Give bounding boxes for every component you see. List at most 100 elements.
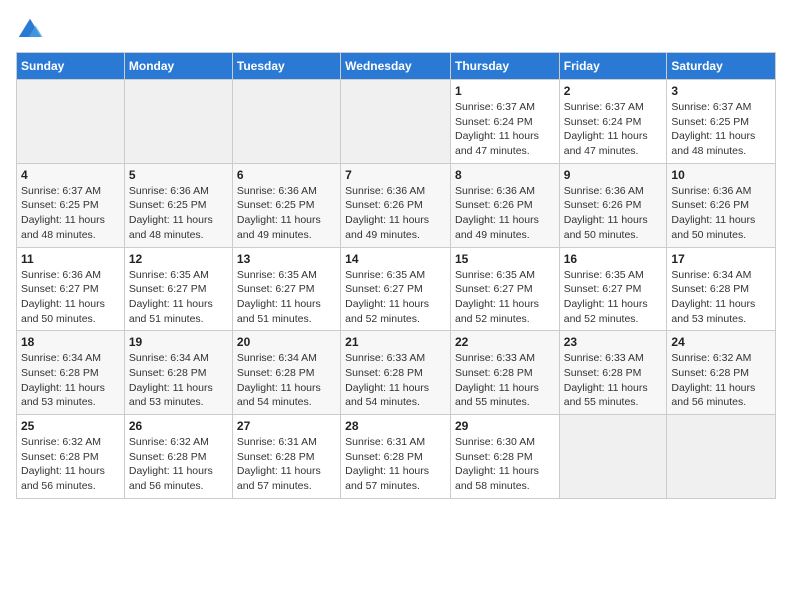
calendar-cell: 26 Sunrise: 6:32 AMSunset: 6:28 PMDayligh… xyxy=(124,415,232,499)
day-info: Sunrise: 6:34 AMSunset: 6:28 PMDaylight:… xyxy=(21,351,120,410)
day-number: 4 xyxy=(21,168,120,182)
calendar-cell: 14 Sunrise: 6:35 AMSunset: 6:27 PMDayligh… xyxy=(341,247,451,331)
day-info: Sunrise: 6:34 AMSunset: 6:28 PMDaylight:… xyxy=(671,268,771,327)
calendar-week-5: 25Sunrise: 6:32 AMSunset: 6:28 PMDayligh… xyxy=(17,415,776,499)
day-info: Sunrise: 6:36 AMSunset: 6:25 PMDaylight:… xyxy=(237,184,336,243)
calendar-cell: 19 Sunrise: 6:34 AMSunset: 6:28 PMDayligh… xyxy=(124,331,232,415)
day-number: 21 xyxy=(345,335,446,349)
day-info: Sunrise: 6:35 AMSunset: 6:27 PMDaylight:… xyxy=(345,268,446,327)
calendar-cell: 5Sunrise: 6:36 AMSunset: 6:25 PMDaylight… xyxy=(124,163,232,247)
calendar-cell: 13 Sunrise: 6:35 AMSunset: 6:27 PMDayligh… xyxy=(232,247,340,331)
calendar-cell: 7Sunrise: 6:36 AMSunset: 6:26 PMDaylight… xyxy=(341,163,451,247)
day-info: Sunrise: 6:36 AMSunset: 6:26 PMDaylight:… xyxy=(345,184,446,243)
calendar-cell: 24 Sunrise: 6:32 AMSunset: 6:28 PMDayligh… xyxy=(667,331,776,415)
day-number: 3 xyxy=(671,84,771,98)
calendar-cell: 12 Sunrise: 6:35 AMSunset: 6:27 PMDayligh… xyxy=(124,247,232,331)
day-number: 14 xyxy=(345,252,446,266)
day-number: 13 xyxy=(237,252,336,266)
day-number: 26 xyxy=(129,419,228,433)
day-number: 18 xyxy=(21,335,120,349)
calendar-cell: 15 Sunrise: 6:35 AMSunset: 6:27 PMDayligh… xyxy=(450,247,559,331)
calendar-cell: 11 Sunrise: 6:36 AMSunset: 6:27 PMDayligh… xyxy=(17,247,125,331)
day-info: Sunrise: 6:37 AMSunset: 6:25 PMDaylight:… xyxy=(21,184,120,243)
day-info: Sunrise: 6:35 AMSunset: 6:27 PMDaylight:… xyxy=(237,268,336,327)
day-number: 27 xyxy=(237,419,336,433)
day-info: Sunrise: 6:31 AMSunset: 6:28 PMDaylight:… xyxy=(237,435,336,494)
day-info: Sunrise: 6:36 AMSunset: 6:25 PMDaylight:… xyxy=(129,184,228,243)
calendar-cell: 22 Sunrise: 6:33 AMSunset: 6:28 PMDayligh… xyxy=(450,331,559,415)
day-info: Sunrise: 6:32 AMSunset: 6:28 PMDaylight:… xyxy=(21,435,120,494)
day-number: 9 xyxy=(564,168,663,182)
day-info: Sunrise: 6:35 AMSunset: 6:27 PMDaylight:… xyxy=(129,268,228,327)
day-number: 6 xyxy=(237,168,336,182)
day-info: Sunrise: 6:35 AMSunset: 6:27 PMDaylight:… xyxy=(564,268,663,327)
calendar-cell xyxy=(341,80,451,164)
calendar-cell: 6 Sunrise: 6:36 AMSunset: 6:25 PMDaylight… xyxy=(232,163,340,247)
weekday-header-thursday: Thursday xyxy=(450,53,559,80)
calendar-cell xyxy=(17,80,125,164)
day-info: Sunrise: 6:37 AMSunset: 6:25 PMDaylight:… xyxy=(671,100,771,159)
day-info: Sunrise: 6:33 AMSunset: 6:28 PMDaylight:… xyxy=(455,351,555,410)
calendar-week-2: 4 Sunrise: 6:37 AMSunset: 6:25 PMDaylight… xyxy=(17,163,776,247)
day-number: 15 xyxy=(455,252,555,266)
calendar-cell: 10 Sunrise: 6:36 AMSunset: 6:26 PMDayligh… xyxy=(667,163,776,247)
calendar-cell: 23 Sunrise: 6:33 AMSunset: 6:28 PMDayligh… xyxy=(559,331,667,415)
calendar-cell: 29Sunrise: 6:30 AMSunset: 6:28 PMDayligh… xyxy=(450,415,559,499)
day-number: 16 xyxy=(564,252,663,266)
weekday-header-wednesday: Wednesday xyxy=(341,53,451,80)
day-info: Sunrise: 6:34 AMSunset: 6:28 PMDaylight:… xyxy=(129,351,228,410)
calendar-cell: 21 Sunrise: 6:33 AMSunset: 6:28 PMDayligh… xyxy=(341,331,451,415)
day-info: Sunrise: 6:31 AMSunset: 6:28 PMDaylight:… xyxy=(345,435,446,494)
day-info: Sunrise: 6:33 AMSunset: 6:28 PMDaylight:… xyxy=(345,351,446,410)
calendar-cell: 3 Sunrise: 6:37 AMSunset: 6:25 PMDaylight… xyxy=(667,80,776,164)
day-number: 11 xyxy=(21,252,120,266)
calendar-cell: 20 Sunrise: 6:34 AMSunset: 6:28 PMDayligh… xyxy=(232,331,340,415)
day-number: 23 xyxy=(564,335,663,349)
day-info: Sunrise: 6:30 AMSunset: 6:28 PMDaylight:… xyxy=(455,435,555,494)
day-info: Sunrise: 6:33 AMSunset: 6:28 PMDaylight:… xyxy=(564,351,663,410)
day-info: Sunrise: 6:36 AMSunset: 6:26 PMDaylight:… xyxy=(564,184,663,243)
calendar-week-3: 11 Sunrise: 6:36 AMSunset: 6:27 PMDayligh… xyxy=(17,247,776,331)
day-number: 1 xyxy=(455,84,555,98)
day-number: 28 xyxy=(345,419,446,433)
calendar-week-4: 18 Sunrise: 6:34 AMSunset: 6:28 PMDayligh… xyxy=(17,331,776,415)
calendar-cell xyxy=(667,415,776,499)
calendar-table: SundayMondayTuesdayWednesdayThursdayFrid… xyxy=(16,52,776,499)
calendar-cell: 8 Sunrise: 6:36 AMSunset: 6:26 PMDaylight… xyxy=(450,163,559,247)
calendar-cell: 1 Sunrise: 6:37 AMSunset: 6:24 PMDaylight… xyxy=(450,80,559,164)
day-info: Sunrise: 6:37 AMSunset: 6:24 PMDaylight:… xyxy=(455,100,555,159)
calendar-cell: 18 Sunrise: 6:34 AMSunset: 6:28 PMDayligh… xyxy=(17,331,125,415)
logo xyxy=(16,16,48,44)
calendar-body: 1 Sunrise: 6:37 AMSunset: 6:24 PMDaylight… xyxy=(17,80,776,499)
day-info: Sunrise: 6:36 AMSunset: 6:27 PMDaylight:… xyxy=(21,268,120,327)
calendar-cell xyxy=(559,415,667,499)
day-info: Sunrise: 6:36 AMSunset: 6:26 PMDaylight:… xyxy=(455,184,555,243)
day-number: 19 xyxy=(129,335,228,349)
day-number: 12 xyxy=(129,252,228,266)
weekday-header-row: SundayMondayTuesdayWednesdayThursdayFrid… xyxy=(17,53,776,80)
calendar-cell: 4 Sunrise: 6:37 AMSunset: 6:25 PMDaylight… xyxy=(17,163,125,247)
day-info: Sunrise: 6:34 AMSunset: 6:28 PMDaylight:… xyxy=(237,351,336,410)
day-number: 24 xyxy=(671,335,771,349)
calendar-cell: 9 Sunrise: 6:36 AMSunset: 6:26 PMDaylight… xyxy=(559,163,667,247)
day-number: 22 xyxy=(455,335,555,349)
weekday-header-sunday: Sunday xyxy=(17,53,125,80)
day-number: 10 xyxy=(671,168,771,182)
calendar-cell: 16 Sunrise: 6:35 AMSunset: 6:27 PMDayligh… xyxy=(559,247,667,331)
day-info: Sunrise: 6:36 AMSunset: 6:26 PMDaylight:… xyxy=(671,184,771,243)
calendar-cell: 28 Sunrise: 6:31 AMSunset: 6:28 PMDayligh… xyxy=(341,415,451,499)
day-info: Sunrise: 6:35 AMSunset: 6:27 PMDaylight:… xyxy=(455,268,555,327)
calendar-week-1: 1 Sunrise: 6:37 AMSunset: 6:24 PMDaylight… xyxy=(17,80,776,164)
day-number: 2 xyxy=(564,84,663,98)
weekday-header-tuesday: Tuesday xyxy=(232,53,340,80)
calendar-cell xyxy=(232,80,340,164)
day-number: 17 xyxy=(671,252,771,266)
day-number: 8 xyxy=(455,168,555,182)
weekday-header-saturday: Saturday xyxy=(667,53,776,80)
weekday-header-monday: Monday xyxy=(124,53,232,80)
day-info: Sunrise: 6:32 AMSunset: 6:28 PMDaylight:… xyxy=(671,351,771,410)
day-info: Sunrise: 6:32 AMSunset: 6:28 PMDaylight:… xyxy=(129,435,228,494)
calendar-cell: 25Sunrise: 6:32 AMSunset: 6:28 PMDayligh… xyxy=(17,415,125,499)
calendar-cell: 2Sunrise: 6:37 AMSunset: 6:24 PMDaylight… xyxy=(559,80,667,164)
day-number: 20 xyxy=(237,335,336,349)
